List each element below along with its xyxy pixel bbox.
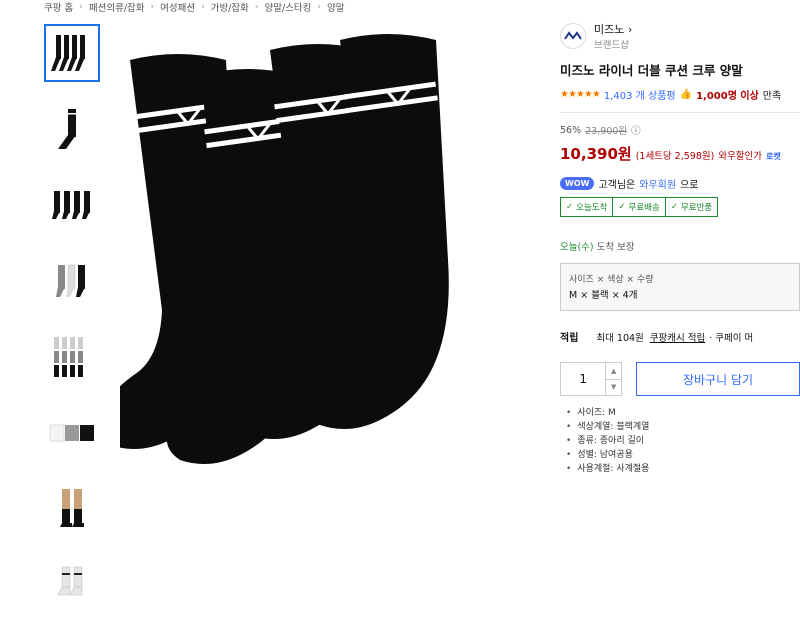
info-icon[interactable]: ⓘ — [631, 123, 641, 137]
thumbnail-2[interactable] — [44, 100, 100, 158]
breadcrumb-item[interactable]: 쿠팡 홈 — [44, 0, 73, 14]
chevron-right-icon: › — [317, 2, 321, 12]
spec-list: 사이즈: M 색상계열: 블랙계열 종류: 종아리 길이 성별: 남여공용 사용… — [560, 406, 800, 476]
list-item: 사이즈: M — [566, 406, 800, 420]
thumbnail-1[interactable] — [44, 24, 100, 82]
points-label: 적립 — [560, 333, 579, 344]
thumbnail-3[interactable] — [44, 176, 100, 234]
wow-price-label: 와우할인가 — [718, 151, 763, 162]
rocket-badge-icon: 로켓 — [766, 152, 781, 161]
check-icon: ✓ — [618, 202, 626, 212]
list-item: 색상계열: 블랙계열 — [566, 420, 800, 434]
breadcrumb-item[interactable]: 양말/스타킹 — [264, 0, 311, 14]
quantity-input[interactable]: 1 — [561, 363, 605, 395]
arrival-guarantee: 오늘(수) 도착 보장 — [560, 239, 800, 253]
main-product-image[interactable] — [95, 20, 540, 480]
add-to-cart-button[interactable]: 장바구니 담기 — [636, 362, 800, 396]
coupay-text: · 쿠페이 머 — [709, 332, 754, 344]
sock-image — [95, 32, 451, 466]
tag-free-return: ✓ 무료반품 — [665, 197, 719, 217]
buyer-count: 1,000명 이상 — [696, 91, 759, 102]
wow-badge: WOW — [560, 177, 595, 190]
thumbnail-8[interactable] — [44, 556, 100, 614]
star-rating-icon: ★★★★★ — [560, 89, 601, 100]
benefit-tags: ✓ 오늘도착 ✓ 무료배송 ✓ 무료반품 — [560, 197, 800, 217]
price-row: 10,390원 (1세트당 2,598원) 와우할인가 로켓 — [560, 143, 800, 164]
brand-logo[interactable] — [560, 23, 586, 49]
purchase-row: 1 ▲ ▼ 장바구니 담기 — [560, 362, 800, 396]
buyer-suffix: 만족 — [762, 91, 782, 102]
product-title: 미즈노 라이너 더블 쿠션 크루 양말 — [560, 63, 743, 78]
brand-name[interactable]: 미즈노 — [594, 23, 624, 36]
option-label: 사이즈 × 색상 × 수량 — [569, 275, 654, 285]
chevron-right-icon: › — [201, 2, 205, 12]
thumbnail-7[interactable] — [44, 480, 100, 538]
unit-price: (1세트당 2,598원) — [635, 151, 715, 162]
check-icon: ✓ — [566, 202, 574, 212]
thumbnail-4[interactable] — [44, 252, 100, 310]
chevron-up-icon[interactable]: ▲ — [606, 363, 621, 379]
thumbs-up-icon: 👍 — [679, 89, 693, 100]
wow-text: 고객님은 — [598, 180, 636, 191]
thumbnail-6[interactable] — [44, 404, 100, 462]
check-icon: ✓ — [670, 202, 678, 212]
breadcrumb-item[interactable]: 패션의류/잡화 — [89, 0, 145, 14]
chevron-right-icon: › — [79, 2, 83, 12]
chevron-right-icon: › — [150, 2, 155, 12]
review-count-link[interactable]: 1,403 개 상품평 — [604, 87, 676, 102]
option-selector[interactable]: 사이즈 × 색상 × 수량 M × 블랙 × 4개 — [560, 263, 800, 311]
arrival-day: 오늘(수) — [560, 242, 594, 253]
brand-row[interactable]: 미즈노 › 브랜드샵 — [560, 20, 800, 52]
tag-today-arrival: ✓ 오늘도착 — [560, 197, 614, 217]
original-price: 23,900원 — [585, 126, 628, 137]
list-item: 성별: 남여공용 — [566, 448, 800, 462]
breadcrumb-item[interactable]: 가방/잡화 — [211, 0, 249, 14]
list-item: 종류: 종아리 길이 — [566, 434, 800, 448]
chevron-right-icon: › — [254, 2, 259, 12]
wow-member-link[interactable]: 와우회원 — [639, 176, 676, 191]
sale-price: 10,390원 — [560, 145, 632, 163]
quantity-stepper[interactable]: 1 ▲ ▼ — [560, 362, 622, 396]
arrival-text: 도착 보장 — [596, 242, 635, 253]
breadcrumb-item[interactable]: 여성패션 — [160, 0, 195, 14]
points-row: 적립 최대 104원 쿠팡캐시 적립 · 쿠페이 머 — [560, 329, 800, 345]
thumbnail-list — [44, 24, 100, 632]
divider — [560, 112, 800, 113]
breadcrumb: 쿠팡 홈 › 패션의류/잡화 › 여성패션 › 가방/잡화 › 양말/스타킹 › 양말 — [44, 0, 344, 14]
chevron-down-icon[interactable]: ▼ — [606, 378, 621, 396]
brand-shop-label[interactable]: 브랜드샵 — [594, 37, 632, 51]
option-value: M × 블랙 × 4개 — [569, 290, 638, 301]
discount-rate: 56% — [560, 124, 582, 136]
coupang-cash-link[interactable]: 쿠팡캐시 적립 — [650, 330, 705, 344]
tag-free-shipping: ✓ 무료배송 — [613, 197, 666, 217]
thumbnail-5[interactable] — [44, 328, 100, 386]
wow-text-suffix: 으로 — [680, 180, 699, 191]
breadcrumb-item[interactable]: 양말 — [327, 0, 344, 14]
wow-member-row: WOW 고객님은 와우회원 으로 — [560, 176, 800, 191]
product-info-panel: 미즈노 › 브랜드샵 미즈노 라이너 더블 쿠션 크루 양말 ★★★★★ 1,4… — [560, 20, 800, 487]
rating-row: ★★★★★ 1,403 개 상품평 👍 1,000명 이상 만족 — [560, 87, 800, 102]
discount-row: 56% 23,900원 ⓘ — [560, 123, 800, 138]
chevron-right-icon: › — [624, 23, 633, 36]
points-amount: 최대 104원 — [596, 332, 644, 344]
list-item: 사용계절: 사계절용 — [566, 462, 800, 476]
